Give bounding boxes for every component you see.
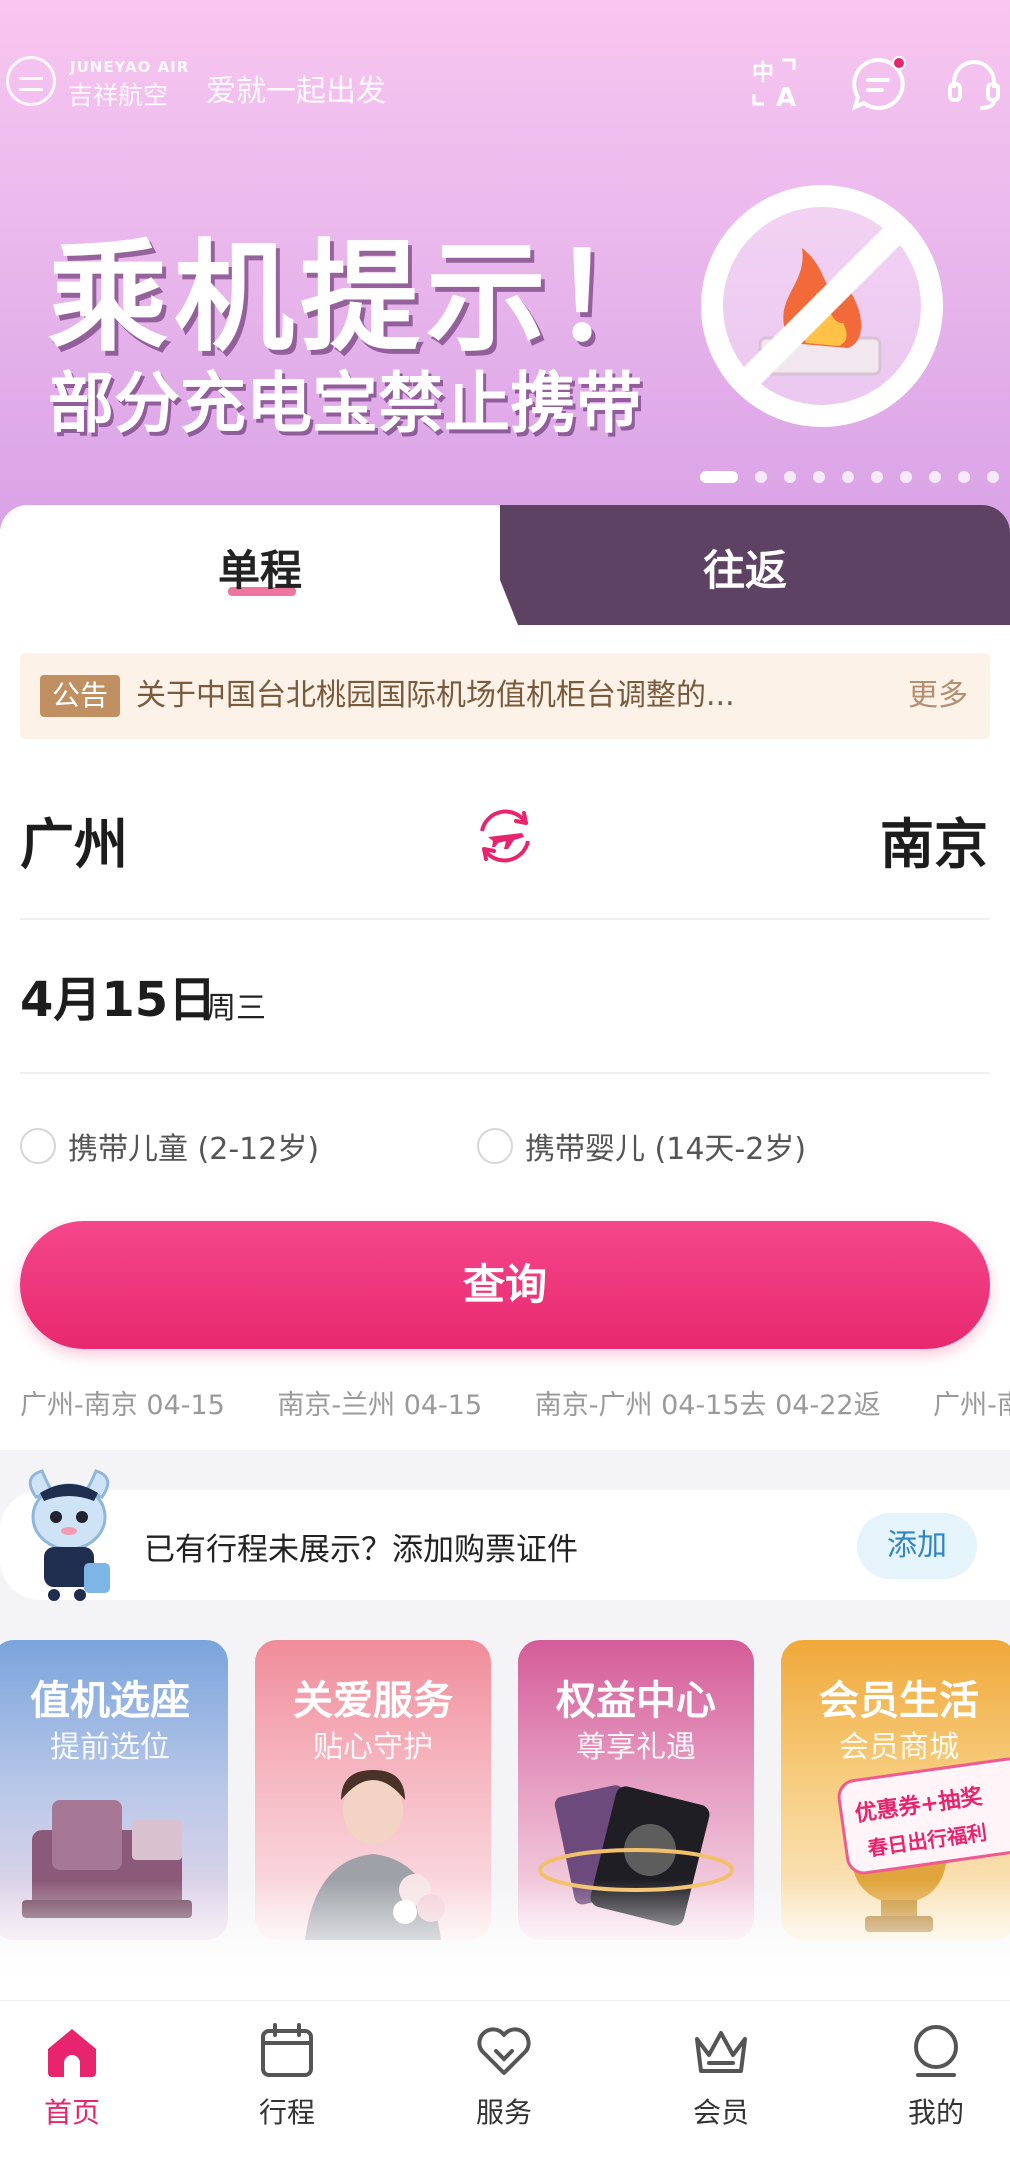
nav-label: 行程 — [258, 2096, 315, 2129]
add-trip-button[interactable]: 添加 — [857, 1513, 977, 1579]
child-option-label: 携带儿童 (2-12岁) — [68, 1132, 320, 1167]
arrival-city[interactable]: 南京 — [880, 800, 988, 879]
departure-weekday: 周三 — [206, 991, 266, 1026]
mascot-icon — [14, 1465, 124, 1605]
nav-home[interactable]: 首页 — [2, 2021, 142, 2141]
svg-text:A: A — [776, 83, 796, 113]
language-switch-icon[interactable]: 中A — [748, 54, 808, 114]
banner-dot[interactable] — [784, 471, 796, 483]
history-item[interactable]: 广州-南京 04-15 — [20, 1390, 225, 1421]
logo-english: JUNEYAO AIR — [70, 58, 190, 76]
message-icon[interactable] — [848, 54, 908, 114]
bottom-nav: 首页 行程 服务 会员 我的 — [0, 2000, 1010, 2160]
announcement-more-link[interactable]: 更多 — [908, 675, 968, 717]
history-item[interactable]: 南京-广州 04-15去 04-22返 — [535, 1390, 881, 1421]
app-root: JUNEYAO AIR 吉祥航空 爱就一起出发 中A 乘机提示！ 部分充电宝禁止… — [0, 0, 1010, 2160]
banner-dot[interactable] — [871, 471, 883, 483]
infant-option[interactable]: 携带婴儿 (14天-2岁) — [477, 1126, 807, 1167]
slogan: 爱就一起出发 — [206, 74, 386, 109]
swap-cities-icon[interactable] — [470, 801, 540, 871]
child-radio[interactable] — [20, 1128, 56, 1164]
service-title: 关爱服务 — [293, 1678, 453, 1724]
banner-dot-active[interactable] — [700, 471, 738, 483]
banner-dot[interactable] — [755, 471, 767, 483]
nav-label: 首页 — [43, 2096, 100, 2129]
nav-services[interactable]: 服务 — [434, 2021, 574, 2141]
svg-text:中: 中 — [752, 61, 774, 86]
crown-icon — [691, 2021, 751, 2081]
heart-icon — [474, 2021, 534, 2081]
home-icon — [42, 2021, 102, 2081]
banner-dot[interactable] — [813, 471, 825, 483]
divider — [20, 1072, 990, 1074]
nav-profile[interactable]: 我的 — [866, 2021, 1006, 2141]
flight-search-card: 单程 往返 公告 关于中国台北桃园国际机场值机柜台调整的... 更多 广州 南京… — [0, 505, 1010, 1450]
banner-subtitle: 部分充电宝禁止携带 — [48, 365, 642, 442]
logo-chinese: 吉祥航空 — [68, 81, 169, 110]
announcement-tag: 公告 — [40, 675, 120, 717]
tab-oneway-label[interactable]: 单程 — [0, 537, 520, 598]
service-title: 权益中心 — [556, 1678, 716, 1724]
departure-date[interactable]: 4月15日 — [20, 960, 216, 1030]
nav-label: 服务 — [475, 2096, 532, 2129]
service-title: 值机选座 — [30, 1678, 190, 1724]
tab-roundtrip-label[interactable]: 往返 — [560, 537, 930, 598]
banner-pagination — [700, 470, 999, 484]
history-item[interactable]: 广州-南 — [933, 1390, 1010, 1421]
promo-banner[interactable]: JUNEYAO AIR 吉祥航空 爱就一起出发 中A 乘机提示！ 部分充电宝禁止… — [0, 0, 1010, 530]
power-bank-prohibited-icon — [698, 178, 946, 442]
banner-dot[interactable] — [929, 471, 941, 483]
nav-label: 我的 — [907, 2096, 964, 2129]
scroll-fade — [0, 1880, 1010, 2000]
banner-dot[interactable] — [958, 471, 970, 483]
banner-title: 乘机提示！ — [48, 229, 678, 368]
service-title: 会员生活 — [819, 1678, 979, 1724]
history-item[interactable]: 南京-兰州 04-15 — [277, 1390, 482, 1421]
nav-trips[interactable]: 行程 — [217, 2021, 357, 2141]
nav-member[interactable]: 会员 — [651, 2021, 791, 2141]
nav-label: 会员 — [692, 2096, 749, 2129]
infant-radio[interactable] — [477, 1128, 513, 1164]
customer-service-icon[interactable] — [944, 54, 1004, 114]
child-option[interactable]: 携带儿童 (2-12岁) — [20, 1126, 320, 1167]
infant-option-label: 携带婴儿 (14天-2岁) — [525, 1132, 807, 1167]
top-bar: JUNEYAO AIR 吉祥航空 爱就一起出发 中A — [0, 50, 1010, 120]
banner-dot[interactable] — [842, 471, 854, 483]
search-history: 广州-南京 04-15 南京-兰州 04-15 南京-广州 04-15去 04-… — [20, 1383, 1010, 1423]
calendar-icon — [257, 2021, 317, 2081]
announcement-text[interactable]: 关于中国台北桃园国际机场值机柜台调整的... — [136, 675, 796, 717]
profile-icon — [906, 2021, 966, 2081]
banner-dot[interactable] — [900, 471, 912, 483]
divider — [20, 918, 990, 920]
notification-dot — [892, 56, 906, 70]
departure-city[interactable]: 广州 — [20, 800, 128, 879]
airline-logo-icon — [6, 56, 56, 106]
add-trip-text: 已有行程未展示？添加购票证件 — [144, 1532, 578, 1568]
search-button[interactable]: 查询 — [20, 1221, 990, 1349]
banner-dot[interactable] — [987, 471, 999, 483]
announcement-bar[interactable]: 公告 关于中国台北桃园国际机场值机柜台调整的... 更多 — [20, 653, 990, 739]
